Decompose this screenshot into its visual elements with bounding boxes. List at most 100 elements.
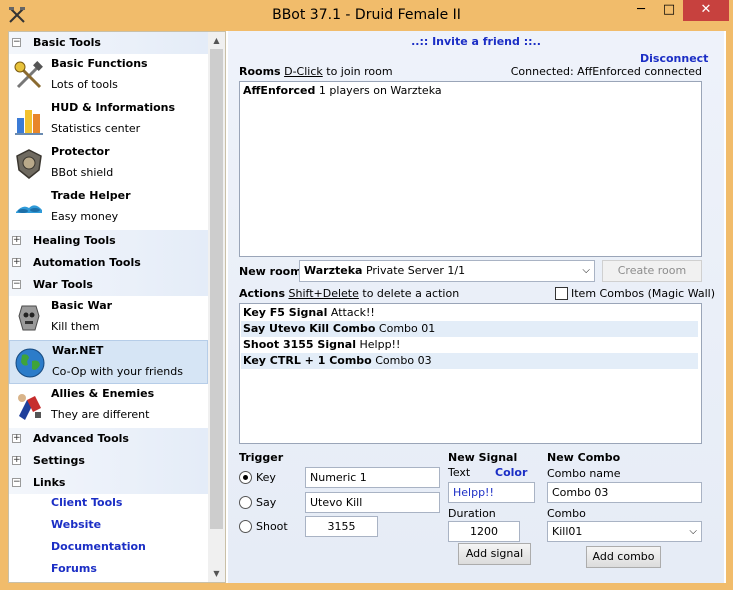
add-signal-button[interactable]: Add signal	[458, 543, 531, 565]
sidebar: − Basic Tools Basic Functions Lots of to…	[8, 31, 226, 583]
new-combo-heading: New Combo	[547, 451, 621, 464]
link-website[interactable]: Website	[51, 518, 101, 531]
item-title: War.NET	[52, 344, 104, 357]
collapse-toggle[interactable]: −	[12, 280, 21, 289]
group-basic-tools[interactable]: − Basic Tools	[9, 32, 208, 54]
item-subtitle: They are different	[51, 408, 150, 421]
item-subtitle: Easy money	[51, 210, 119, 223]
trigger-shoot-input[interactable]: 3155	[305, 516, 378, 537]
server-info: Private Server 1/1	[365, 264, 466, 277]
trigger-say-radio[interactable]	[239, 496, 252, 509]
sidebar-item-war-net[interactable]: War.NET Co-Op with your friends	[9, 340, 208, 384]
main-panel: ..:: Invite a friend ::.. Disconnect Roo…	[226, 31, 726, 583]
action-row[interactable]: Key CTRL + 1 Combo Combo 03	[241, 353, 698, 369]
trigger-shoot-radio[interactable]	[239, 520, 252, 533]
action-trigger: Shoot 3155 Signal	[243, 338, 356, 351]
combo-select[interactable]: Kill01 ⌵	[547, 521, 702, 542]
sidebar-item-allies-enemies[interactable]: Allies & Enemies They are different	[9, 384, 208, 428]
group-advanced-tools[interactable]: + Advanced Tools	[9, 428, 208, 450]
item-title: Protector	[51, 145, 110, 158]
action-trigger: Say Utevo Kill Combo	[243, 322, 376, 335]
sidebar-item-basic-war[interactable]: Basic War Kill them	[9, 296, 208, 340]
new-signal-heading: New Signal	[448, 451, 518, 464]
trigger-key-radio[interactable]	[239, 471, 252, 484]
link-client-tools[interactable]: Client Tools	[51, 496, 122, 509]
scroll-up-arrow-icon[interactable]: ▲	[208, 32, 225, 49]
close-button[interactable]: ✕	[683, 0, 729, 21]
signal-duration-input[interactable]: 1200	[448, 521, 520, 542]
group-automation-tools[interactable]: + Automation Tools	[9, 252, 208, 274]
invite-friend-link[interactable]: ..:: Invite a friend ::..	[228, 35, 724, 48]
link-forums[interactable]: Forums	[51, 562, 97, 575]
combo-label: Combo	[547, 507, 586, 520]
actions-list[interactable]: Key F5 Signal Attack!! Say Utevo Kill Co…	[239, 303, 702, 444]
action-row[interactable]: Say Utevo Kill Combo Combo 01	[241, 321, 698, 337]
group-healing-tools[interactable]: + Healing Tools	[9, 230, 208, 252]
action-row[interactable]: Key F5 Signal Attack!!	[241, 305, 698, 321]
coins-icon	[16, 205, 42, 213]
server-name: Warzteka	[304, 264, 363, 277]
war-net-panel: ..:: Invite a friend ::.. Disconnect Roo…	[228, 31, 724, 583]
item-subtitle: BBot shield	[51, 166, 114, 179]
sidebar-list: − Basic Tools Basic Functions Lots of to…	[9, 32, 208, 582]
sidebar-item-basic-functions[interactable]: Basic Functions Lots of tools	[9, 54, 208, 98]
item-combos-checkbox[interactable]	[555, 287, 568, 300]
chevron-down-icon: ⌵	[582, 265, 590, 276]
sidebar-item-protector[interactable]: Protector BBot shield	[9, 142, 208, 186]
create-room-button[interactable]: Create room	[602, 260, 702, 282]
new-room-select[interactable]: Warzteka Private Server 1/1 ⌵	[299, 260, 595, 282]
signal-color-link[interactable]: Color	[495, 466, 527, 479]
expand-toggle[interactable]: +	[12, 434, 21, 443]
shield-icon	[16, 149, 42, 179]
rooms-list[interactable]: AffEnforced 1 players on Warzteka	[239, 81, 702, 257]
connection-status: Connected: AffEnforced connected	[510, 65, 702, 78]
actions-label: Actions	[239, 287, 285, 300]
expand-toggle[interactable]: +	[12, 258, 21, 267]
action-row[interactable]: Shoot 3155 Signal Helpp!!	[241, 337, 698, 353]
maximize-button[interactable]: □	[655, 0, 683, 21]
item-title: Allies & Enemies	[51, 387, 155, 400]
add-combo-button[interactable]: Add combo	[586, 546, 661, 568]
item-subtitle: Kill them	[51, 320, 100, 333]
link-documentation[interactable]: Documentation	[51, 540, 146, 553]
combo-name-input[interactable]: Combo 03	[547, 482, 702, 503]
rooms-hint: to join room	[326, 65, 393, 78]
trigger-shoot-label: Shoot	[256, 520, 288, 533]
scroll-down-arrow-icon[interactable]: ▼	[208, 565, 225, 582]
trigger-say-input[interactable]: Utevo Kill	[305, 492, 440, 513]
trigger-say-label: Say	[256, 496, 277, 509]
collapse-toggle[interactable]: −	[12, 38, 21, 47]
expand-toggle[interactable]: +	[12, 236, 21, 245]
scroll-thumb[interactable]	[210, 49, 223, 529]
action-trigger: Key F5 Signal	[243, 306, 328, 319]
title-bar[interactable]: BBot 37.1 - Druid Female II ─ □ ✕	[0, 0, 733, 30]
group-war-tools[interactable]: − War Tools	[9, 274, 208, 296]
room-row[interactable]: AffEnforced 1 players on Warzteka	[241, 83, 698, 99]
sidebar-item-trade-helper[interactable]: Trade Helper Easy money	[9, 186, 208, 230]
sidebar-scrollbar[interactable]: ▲ ▼	[208, 32, 225, 582]
item-combos-label: Item Combos (Magic Wall)	[571, 287, 716, 300]
signal-text-label: Text	[448, 466, 471, 479]
signal-text-input[interactable]: Helpp!!	[448, 482, 535, 503]
group-links[interactable]: − Links	[9, 472, 208, 494]
minimize-button[interactable]: ─	[627, 0, 655, 21]
disconnect-link[interactable]: Disconnect	[640, 52, 708, 65]
group-label: Settings	[33, 454, 85, 467]
group-label: War Tools	[33, 278, 93, 291]
group-settings[interactable]: + Settings	[9, 450, 208, 472]
collapse-toggle[interactable]: −	[12, 478, 21, 487]
trigger-key-label: Key	[256, 471, 276, 484]
rooms-header: Rooms D-Click to join room	[239, 65, 393, 78]
sidebar-item-hud[interactable]: HUD & Informations Statistics center	[9, 98, 208, 142]
actions-hint: to delete a action	[362, 287, 460, 300]
trigger-key-input[interactable]: Numeric 1	[305, 467, 440, 488]
bar-chart-icon	[15, 110, 43, 135]
new-room-label: New room	[239, 265, 302, 278]
item-title: HUD & Informations	[51, 101, 176, 114]
expand-toggle[interactable]: +	[12, 456, 21, 465]
group-label: Automation Tools	[33, 256, 141, 269]
combo-name-label: Combo name	[547, 467, 621, 480]
rooms-label: Rooms	[239, 65, 281, 78]
item-title: Trade Helper	[51, 189, 131, 202]
window-title: BBot 37.1 - Druid Female II	[272, 7, 461, 23]
